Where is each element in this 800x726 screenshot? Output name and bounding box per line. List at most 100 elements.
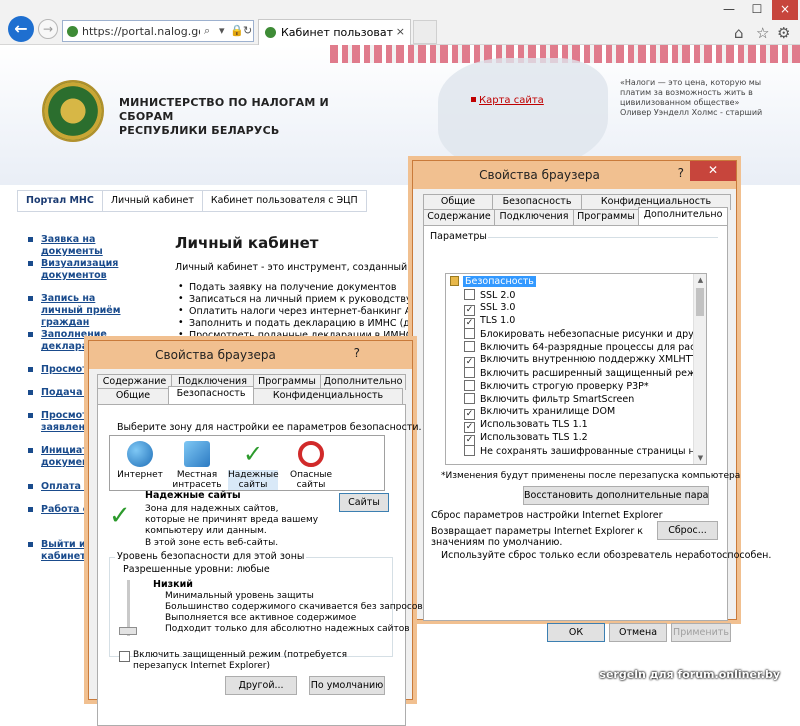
default-level-button[interactable]: По умолчанию [309,676,385,695]
tab-security[interactable]: Безопасность [492,194,582,210]
tab-general[interactable]: Общие [97,388,169,404]
setting-row[interactable]: Включить 64-разрядные процессы для расши… [464,341,706,354]
sites-button[interactable]: Сайты [339,493,389,512]
map-marker-icon [471,97,476,102]
zone-trusted[interactable]: ✓ Надежные сайты [228,440,279,490]
breadcrumb-item[interactable]: Портал МНС [18,191,103,211]
dialog-titlebar[interactable]: Свойства браузера ? [89,341,412,369]
cancel-button[interactable]: Отмена [609,623,667,642]
setting-row[interactable]: Блокировать небезопасные рисунки и друго… [464,328,706,341]
breadcrumb-item[interactable]: Личный кабинет [103,191,203,211]
nav-item-visualization[interactable]: Визуализация документов [26,258,136,282]
zone-internet[interactable]: Интернет [115,441,165,480]
setting-row[interactable]: ✓ SSL 3.0 [464,302,516,316]
security-level-slider[interactable] [119,627,137,635]
setting-label: SSL 3.0 [480,302,516,313]
setting-label: SSL 2.0 [480,290,516,301]
sitemap-link[interactable]: Карта сайта [479,95,544,106]
tab-advanced[interactable]: Дополнительно [638,207,728,225]
setting-checkbox[interactable] [464,328,475,339]
apply-button[interactable]: Применить [671,623,731,642]
protected-mode-checkbox[interactable] [119,651,130,662]
tab-security[interactable]: Безопасность [168,386,254,404]
dialog-close-button[interactable]: ✕ [690,161,736,181]
favorites-star-icon[interactable]: ☆ [756,24,769,42]
setting-checkbox[interactable] [464,367,475,378]
setting-row[interactable]: ✓ Включить внутреннюю поддержку XMLHTTP [464,354,703,368]
setting-row[interactable]: ✓ Включить хранилище DOM [464,406,615,420]
setting-row[interactable]: Включить фильтр SmartScreen [464,393,634,406]
tab-general[interactable]: Общие [423,194,493,210]
setting-row[interactable]: ✓ Использовать TLS 1.1 [464,419,588,433]
scroll-up-icon[interactable]: ▲ [694,274,706,286]
setting-label: Использовать TLS 1.2 [480,432,588,443]
tools-gear-icon[interactable]: ⚙ [777,24,790,42]
reset-button[interactable]: Сброс... [657,521,718,540]
settings-list[interactable]: Безопасность SSL 2.0 ✓ SSL 3.0 ✓ TLS 1.0 Б… [445,273,707,465]
setting-row[interactable]: ✓ TLS 1.0 [464,315,515,329]
setting-row[interactable]: Включить строгую проверку P3P* [464,380,649,393]
minimize-icon[interactable]: — [716,0,742,20]
belarus-map [438,58,608,168]
zone-intranet[interactable]: Местная интрасеть [172,441,222,490]
help-icon[interactable]: ? [678,166,684,180]
setting-checkbox[interactable] [464,289,475,300]
address-url: https://portal.nalog.gov.by/ [82,25,200,38]
custom-level-button[interactable]: Другой... [225,676,297,695]
zone-description: Зона для надежных сайтов, которые не при… [145,504,319,536]
scroll-down-icon[interactable]: ▼ [694,452,706,464]
settings-category[interactable]: Безопасность [450,276,536,289]
scroll-thumb[interactable] [696,288,704,316]
tab-favicon-icon [265,27,276,38]
restore-advanced-button[interactable]: Восстановить дополнительные параметры [523,486,709,505]
page-intro: Личный кабинет - это инструмент, созданн… [175,262,410,273]
tab-programs[interactable]: Программы [573,209,639,225]
setting-label: Включить расширенный защищенный режим* [480,368,707,379]
refresh-icon[interactable]: ↻ [243,24,252,37]
dropdown-icon[interactable]: ▾ [219,24,225,37]
dialog-titlebar[interactable]: Свойства браузера ? ✕ [413,161,736,189]
maximize-icon[interactable]: ☐ [744,0,770,20]
settings-scrollbar[interactable]: ▲ ▼ [693,274,706,464]
nav-item-appointment[interactable]: Запись на личный приём граждан [26,293,136,329]
breadcrumb-item: Кабинет пользователя с ЭЦП [210,195,358,206]
lock-icon[interactable]: 🔒 [230,24,244,37]
tab-title: Кабинет пользователя с Э... [281,26,393,39]
internet-options-advanced-dialog: Свойства браузера ? ✕ Общие Безопасность… [412,160,771,642]
ok-button[interactable]: ОК [547,623,605,642]
setting-row[interactable]: Не сохранять зашифрованные страницы на д… [464,445,706,458]
feature-list: Подать заявку на получение документов За… [175,282,410,342]
window-close-icon[interactable]: × [772,0,798,20]
checkmark-icon: ✓ [242,440,264,468]
new-tab-button[interactable] [413,20,437,44]
home-icon[interactable]: ⌂ [734,24,744,42]
setting-checkbox[interactable] [464,445,475,456]
internet-options-security-dialog: Свойства браузера ? Содержание Подключен… [88,340,423,726]
tab-content[interactable]: Содержание [423,209,495,225]
tab-close-icon[interactable]: × [396,25,405,38]
browser-tab[interactable]: Кабинет пользователя с Э... × [258,19,411,45]
dialog-title: Свойства браузера [479,168,600,182]
quote-author: Оливер Уэнделл Холмс - старший [620,108,763,117]
setting-checkbox[interactable] [464,341,475,352]
setting-row[interactable]: SSL 2.0 [464,289,515,302]
forward-button[interactable]: → [38,19,58,39]
back-button[interactable]: ← [8,16,34,42]
level-detail: Большинство содержимого скачивается без … [165,602,423,612]
help-icon[interactable]: ? [354,346,360,360]
setting-row[interactable]: Включить расширенный защищенный режим* [464,367,707,380]
nav-item-request-docs[interactable]: Заявка на документы [26,234,136,258]
page-title: Личный кабинет [175,234,319,252]
address-bar[interactable]: https://portal.nalog.gov.by/ ⌕ ▾ 🔒 ↻ [62,20,254,42]
setting-checkbox[interactable] [464,380,475,391]
zone-list[interactable]: Интернет Местная интрасеть ✓ Надежные са… [109,435,385,491]
search-icon[interactable]: ⌕ [204,24,210,38]
setting-checkbox[interactable] [464,393,475,404]
setting-row[interactable]: ✓ Использовать TLS 1.2 [464,432,588,446]
zone-label: Опасные сайты [290,470,332,490]
tab-connections[interactable]: Подключения [494,209,574,225]
zone-title: Надежные сайты [145,490,241,501]
level-detail: Минимальный уровень защиты [165,591,314,601]
tab-privacy[interactable]: Конфиденциальность [253,388,403,404]
zone-restricted[interactable]: Опасные сайты [286,441,336,490]
